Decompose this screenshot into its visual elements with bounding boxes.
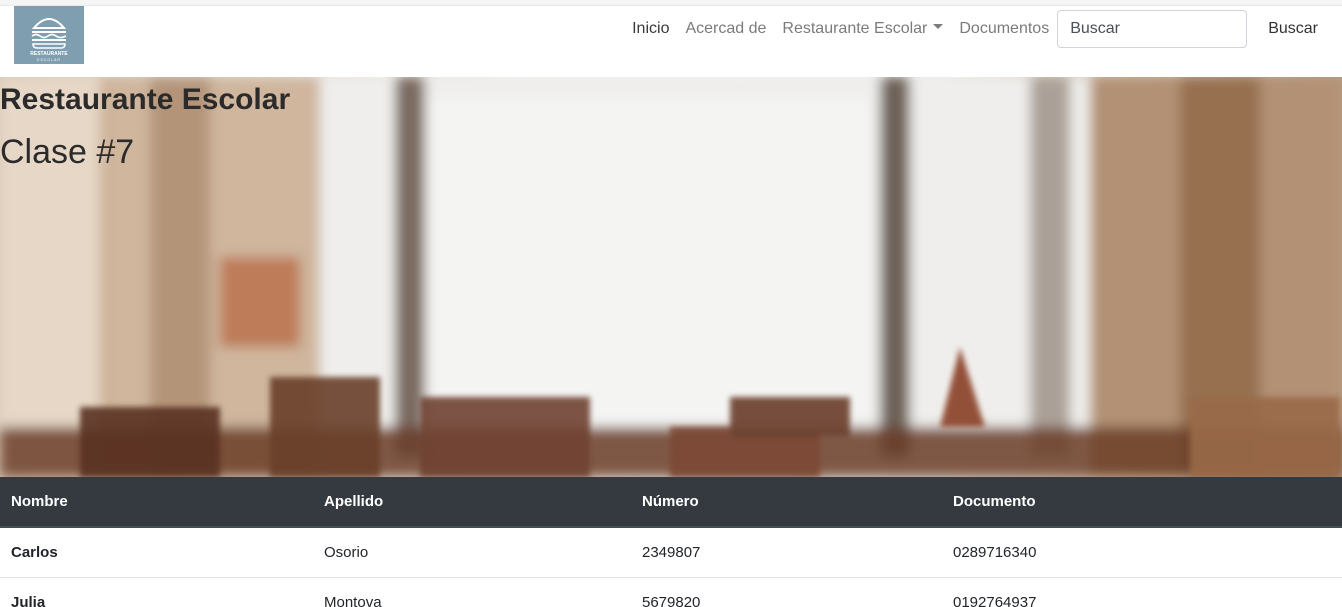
nav-link-acercade[interactable]: Acercad de — [685, 20, 766, 38]
cell-numero: 2349807 — [631, 526, 942, 577]
cell-documento: 0289716340 — [942, 526, 1342, 577]
nav-dropdown-restaurante[interactable]: Restaurante Escolar — [782, 20, 944, 38]
table-row: Carlos Osorio 2349807 0289716340 — [0, 526, 1342, 577]
column-header-documento: Documento — [942, 477, 1342, 528]
cell-apellido: Osorio — [313, 526, 631, 577]
search-button[interactable]: Buscar — [1247, 10, 1342, 48]
cell-numero: 5679820 — [631, 576, 942, 607]
hero-title: Restaurante Escolar — [0, 83, 291, 116]
svg-text:RESTAURANTE: RESTAURANTE — [30, 51, 68, 57]
column-header-nombre: Nombre — [0, 477, 313, 528]
nav-link-inicio[interactable]: Inicio — [632, 20, 669, 38]
nav-link-documentos[interactable]: Documentos — [959, 20, 1049, 38]
restaurant-background-image — [0, 77, 1342, 477]
students-table: Nombre Apellido Número Documento Carlos … — [0, 477, 1342, 607]
caret-down-icon — [933, 24, 944, 30]
cell-nombre: Carlos — [0, 526, 313, 577]
table-row: Julia Montova 5679820 0192764937 — [0, 576, 1342, 607]
burger-logo-icon: RESTAURANTE ESCOLAR — [30, 18, 68, 62]
hero-banner: Restaurante Escolar Clase #7 — [0, 77, 1342, 477]
svg-text:ESCOLAR: ESCOLAR — [37, 58, 61, 62]
cell-nombre: Julia — [0, 576, 313, 607]
nav-dropdown-label: Restaurante Escolar — [782, 20, 928, 37]
navbar: RESTAURANTE ESCOLAR Inicio Acercad de Re… — [0, 6, 1342, 77]
search-input[interactable] — [1057, 10, 1248, 48]
cell-apellido: Montova — [313, 576, 631, 607]
column-header-numero: Número — [631, 477, 942, 528]
nav-menu: Inicio Acercad de Restaurante Escolar Do… — [632, 10, 1342, 48]
logo[interactable]: RESTAURANTE ESCOLAR — [14, 6, 84, 64]
table-header-row: Nombre Apellido Número Documento — [0, 477, 1342, 528]
column-header-apellido: Apellido — [313, 477, 631, 528]
cell-documento: 0192764937 — [942, 576, 1342, 607]
hero-subtitle: Clase #7 — [0, 133, 135, 171]
